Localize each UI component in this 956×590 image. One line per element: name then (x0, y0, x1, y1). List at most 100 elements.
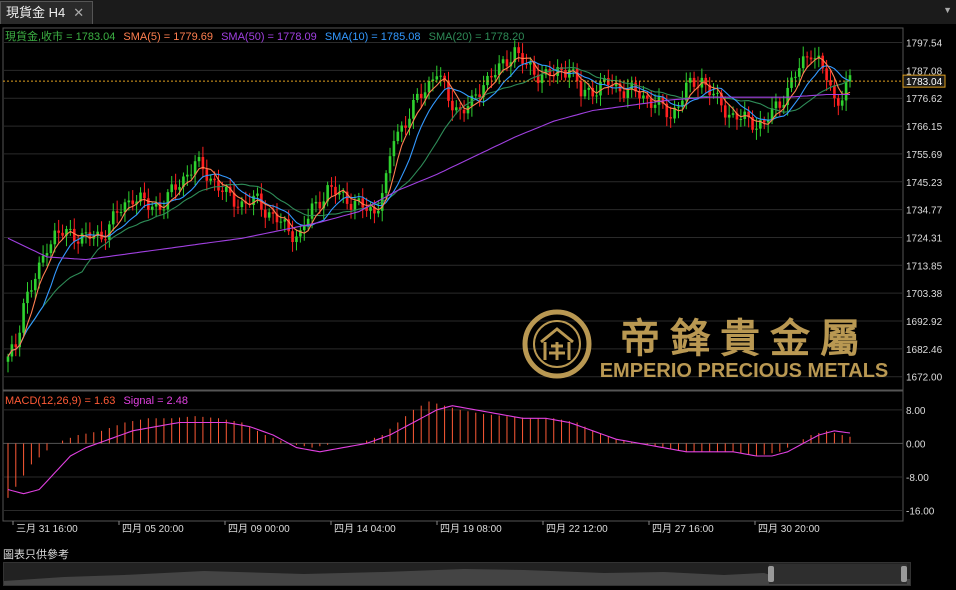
candle-body (669, 117, 672, 119)
candle-body (587, 87, 591, 90)
candle-body (486, 75, 489, 86)
candle-body (127, 200, 131, 203)
scrollbar-handle-left[interactable] (768, 566, 774, 582)
time-tick-label: 四月 14 04:00 (334, 523, 396, 535)
candle-body (271, 212, 275, 214)
candle-body (529, 62, 532, 65)
candle-body (739, 119, 743, 121)
candle-body (794, 76, 797, 78)
scrollbar-handle-right[interactable] (901, 566, 907, 582)
candle-body (213, 178, 216, 181)
candle-body (26, 291, 29, 304)
price-tick-label: 1682.46 (906, 345, 943, 356)
candle-body (419, 93, 423, 99)
candle-body (302, 225, 306, 231)
candle-body (170, 184, 174, 193)
candle-body (84, 232, 88, 234)
candle-body (310, 203, 314, 219)
candle-body (653, 104, 657, 108)
candle-body (349, 203, 353, 210)
price-tick-label: 1734.77 (906, 206, 943, 217)
time-tick-label: 四月 27 16:00 (652, 523, 714, 535)
candle-body (692, 77, 696, 87)
watermark-english: EMPERIO PRECIOUS METALS (600, 360, 889, 382)
candle-body (377, 210, 380, 214)
candle-body (731, 113, 735, 115)
candle-body (579, 81, 583, 97)
price-tick-label: 1724.31 (906, 233, 943, 244)
candle-body (69, 228, 72, 230)
candle-body (645, 95, 649, 99)
candle-body (49, 244, 53, 254)
candle-body (404, 125, 407, 128)
candle-body (53, 230, 57, 245)
candle-body (37, 262, 41, 279)
candle-body (400, 125, 404, 132)
candle-body (805, 56, 809, 58)
candle-body (595, 95, 598, 97)
candle-body (688, 77, 692, 83)
candle-body (30, 290, 33, 292)
candle-body (330, 185, 333, 187)
price-legend: 現貨金,收市 = 1783.04 SMA(5) = 1779.69 SMA(50… (5, 29, 524, 43)
price-tick-label: 1692.92 (906, 317, 943, 328)
candle-body (115, 211, 119, 213)
chart-scrollbar[interactable] (3, 562, 911, 586)
candle-body (583, 89, 587, 97)
candle-body (197, 156, 201, 162)
candle-body (474, 94, 478, 96)
price-tick-label: 1776.62 (906, 94, 943, 105)
candle-body (493, 75, 497, 78)
candle-body (14, 344, 18, 348)
time-tick-label: 四月 19 08:00 (440, 523, 502, 535)
candle-body (435, 76, 439, 80)
chevron-down-icon[interactable]: ▼ (943, 5, 952, 15)
time-tick-label: 四月 09 00:00 (228, 523, 290, 535)
candle-body (790, 77, 793, 88)
candle-body (353, 200, 357, 210)
candle-body (6, 356, 10, 362)
candle-body (267, 212, 271, 218)
watermark-chinese: 帝鋒貴金屬 (620, 315, 870, 362)
candle-body (490, 75, 493, 78)
candle-body (392, 141, 396, 157)
time-tick-label: 四月 30 20:00 (758, 523, 820, 535)
macd-legend: MACD(12,26,9) = 1.63 Signal = 2.48 (5, 395, 188, 407)
candle-body (478, 94, 481, 98)
candle-body (61, 232, 64, 236)
candle-body (501, 59, 505, 64)
legend-macd: MACD(12,26,9) = 1.63 (5, 395, 115, 407)
candle-body (762, 120, 766, 123)
candle-body (256, 193, 259, 196)
candle-body (162, 209, 166, 211)
candle-body (540, 74, 544, 84)
candle-body (224, 186, 228, 192)
candle-body (642, 95, 645, 99)
candle-body (454, 107, 458, 111)
candle-body (451, 100, 454, 111)
macd-tick-label: 0.00 (906, 439, 926, 450)
price-chart[interactable]: 1797.541787.081776.621766.151755.691745.… (0, 24, 956, 544)
candle-body (798, 68, 801, 77)
candle-body (111, 211, 115, 225)
candle-body (626, 89, 630, 98)
candle-body (150, 206, 154, 210)
candle-body (178, 187, 181, 190)
price-tick-label: 1745.23 (906, 178, 943, 189)
time-tick-label: 四月 05 20:00 (122, 523, 184, 535)
candle-body (384, 173, 388, 194)
close-icon[interactable]: ✕ (73, 2, 84, 24)
candle-body (517, 47, 520, 54)
candle-body (263, 209, 267, 218)
legend-sma50: SMA(50) = 1778.09 (221, 31, 317, 43)
disclaimer-label: 圖表只供參考 (3, 549, 69, 561)
tab-chart[interactable]: 現貨金 H4 ✕ (0, 1, 94, 24)
candle-body (774, 101, 778, 109)
candle-body (755, 128, 758, 130)
legend-sma20: SMA(20) = 1778.20 (429, 31, 525, 43)
candle-body (801, 56, 805, 69)
candle-body (564, 70, 567, 78)
candle-body (837, 98, 840, 106)
candle-body (825, 68, 828, 81)
candle-body (505, 59, 509, 67)
